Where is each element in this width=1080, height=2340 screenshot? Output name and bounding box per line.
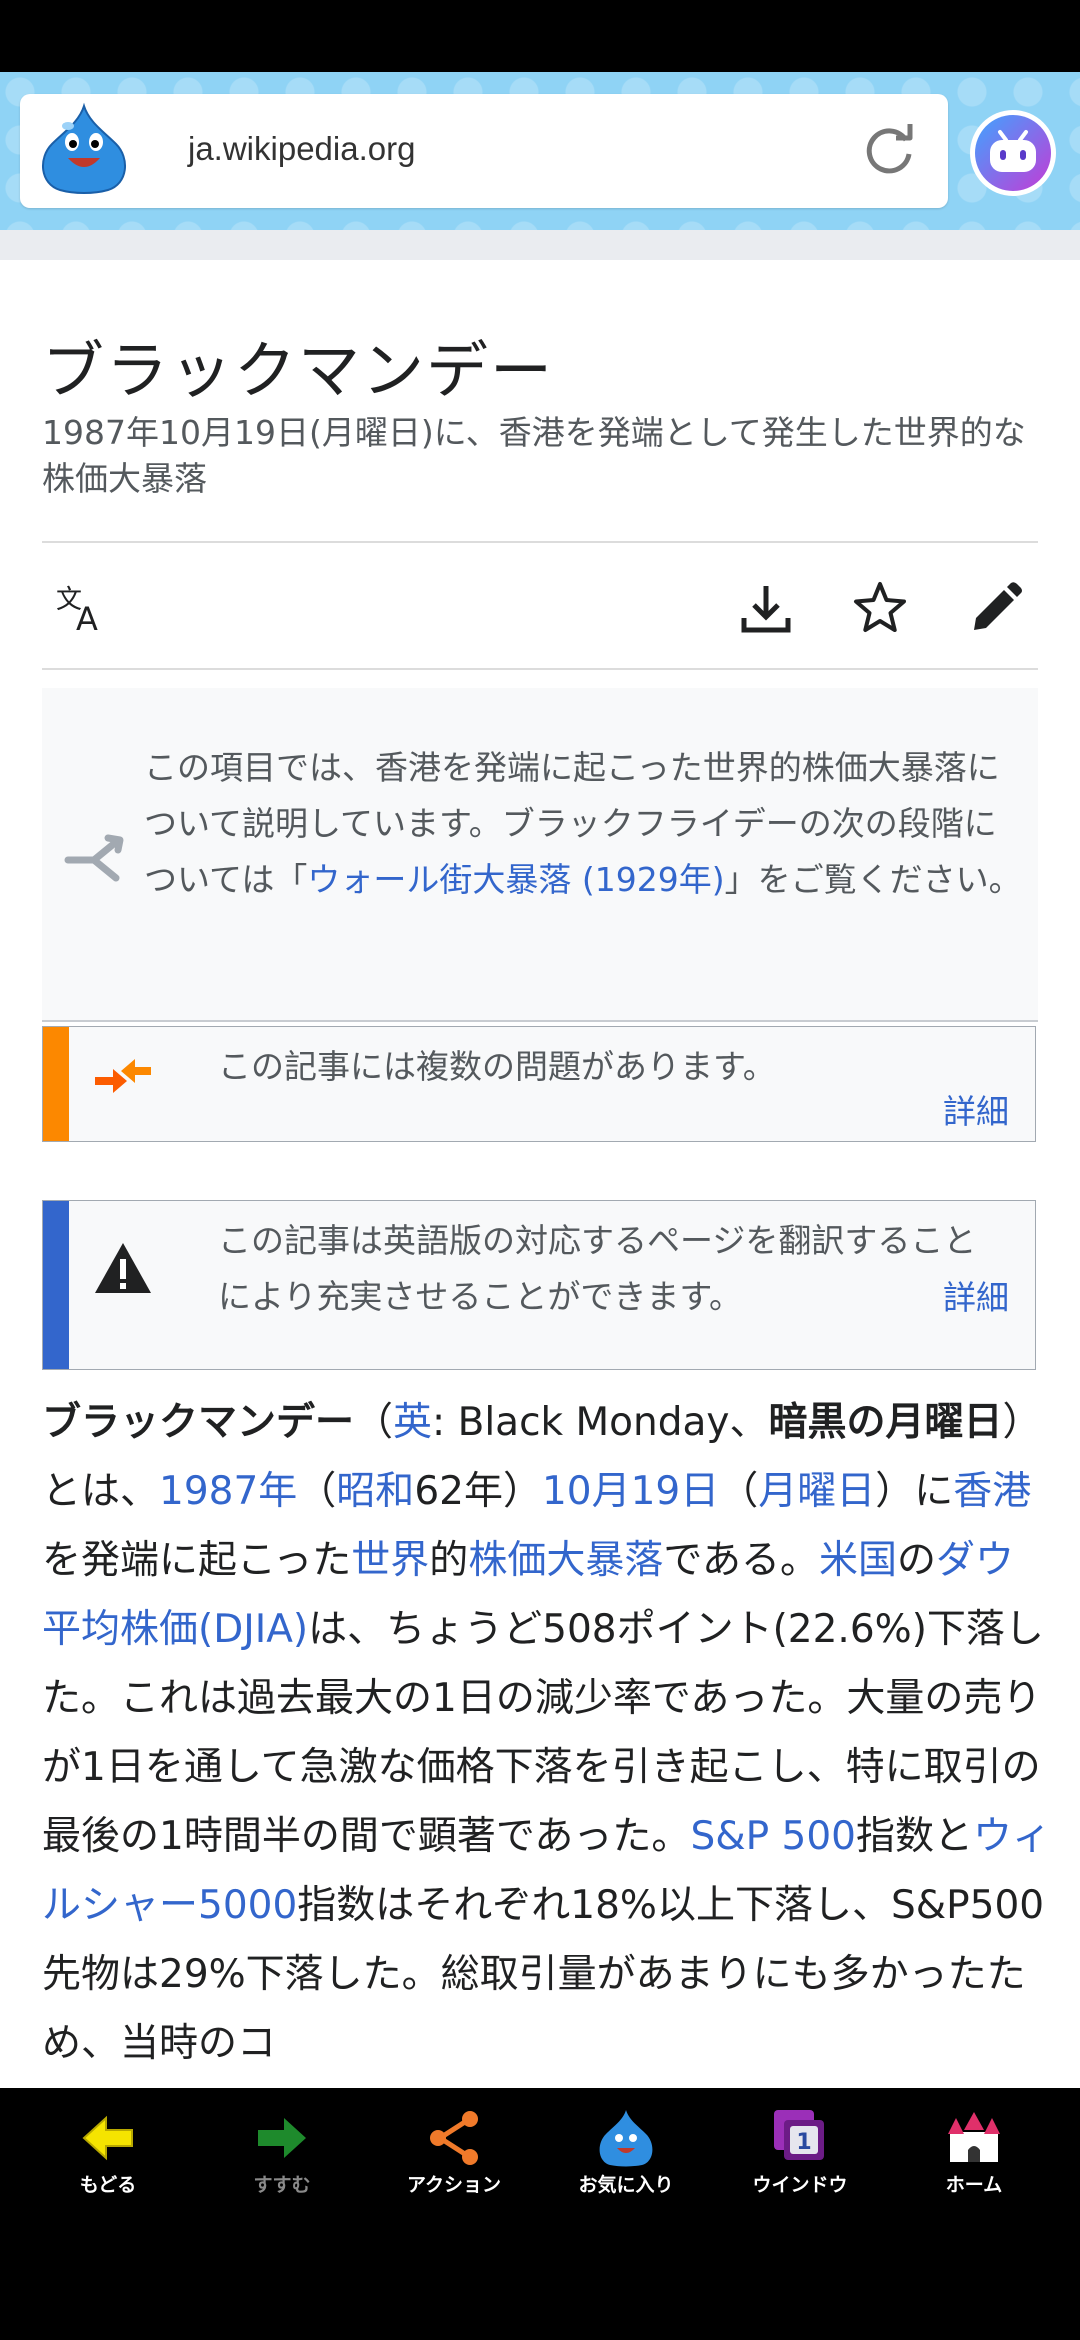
text: ）に (875, 1469, 954, 1514)
favorites-button[interactable]: お気に入り (546, 2088, 706, 2214)
notice-text: この記事には複数の問題があります。 (218, 1047, 776, 1086)
language-icon[interactable]: 文 A (54, 578, 114, 638)
toolbar-divider (0, 230, 1080, 260)
notice-color-bar (43, 1027, 69, 1141)
svg-text:A: A (76, 600, 98, 638)
window-label: ウインドウ (752, 2174, 848, 2196)
notice-details-link[interactable]: 詳細 (943, 1085, 1009, 1133)
link-usa[interactable]: 米国 (819, 1538, 897, 1583)
download-icon[interactable] (736, 578, 796, 638)
text: 的 (429, 1538, 469, 1583)
address-bar[interactable]: ja.wikipedia.org (20, 94, 948, 208)
status-bar (0, 0, 1080, 72)
article-term: ブラックマンデー (42, 1400, 355, 1445)
text: 62年） (414, 1469, 542, 1514)
link-monday[interactable]: 月曜日 (758, 1469, 875, 1514)
warning-triangle-icon (95, 1243, 151, 1293)
assistant-button[interactable] (970, 110, 1056, 196)
article-body: ブラックマンデー（英: Black Monday、暗黒の月曜日）とは、1987年… (42, 1388, 1052, 2078)
window-button[interactable]: 1 ウインドウ (720, 2088, 880, 2214)
notice-details-link[interactable]: 詳細 (943, 1271, 1009, 1319)
hatnote-link[interactable]: ウォール街大暴落 (1929年) (307, 860, 724, 899)
back-button[interactable]: もどる (28, 2088, 188, 2214)
text: （ (297, 1469, 337, 1514)
favorites-label: お気に入り (578, 2174, 674, 2196)
window-icon: 1 (774, 2110, 824, 2160)
forward-button[interactable]: すすむ (202, 2088, 362, 2214)
bottom-nav-bar: もどる すすむ アクション お気に入り 1 ウインドウ ホーム (0, 2088, 1080, 2214)
robot-assistant-icon (975, 115, 1051, 191)
back-label: もどる (79, 2174, 137, 2196)
text: 指数と (855, 1814, 973, 1859)
link-1987[interactable]: 1987年 (159, 1469, 297, 1514)
merge-arrows-icon (95, 1059, 151, 1093)
link-english[interactable]: 英 (393, 1400, 432, 1445)
text: の (896, 1538, 936, 1583)
slime-logo-icon[interactable] (34, 102, 134, 198)
notice-translation[interactable]: この記事は英語版の対応するページを翻訳することにより充実させることができます。 … (42, 1200, 1036, 1370)
page-subtitle: 1987年10月19日(月曜日)に、香港を発端として発生した世界的な株価大暴落 (42, 413, 1026, 498)
notice-text: この記事は英語版の対応するページを翻訳することにより充実させることができます。 (218, 1221, 977, 1316)
hatnote-text-part: 」をご覧ください。 (724, 860, 1022, 899)
link-stock-crash[interactable]: 株価大暴落 (468, 1538, 663, 1583)
divider (42, 668, 1038, 670)
star-icon[interactable] (850, 578, 910, 638)
slime-icon (599, 2110, 653, 2167)
disambiguation-icon (64, 834, 124, 882)
system-nav-area (0, 2214, 1080, 2340)
forward-label: すすむ (253, 2174, 311, 2196)
page-title: ブラックマンデー (42, 334, 555, 407)
divider (42, 541, 1038, 543)
link-showa[interactable]: 昭和 (336, 1469, 414, 1514)
link-hong-kong[interactable]: 香港 (953, 1469, 1031, 1514)
url-text[interactable]: ja.wikipedia.org (188, 130, 415, 168)
action-button[interactable]: アクション (374, 2088, 534, 2214)
text: を発端に起こった (42, 1538, 352, 1583)
article-page: ブラックマンデー 1987年10月19日(月曜日)に、香港を発端として発生した世… (0, 260, 1080, 2088)
reload-icon[interactable] (860, 122, 918, 180)
browser-toolbar: ja.wikipedia.org (0, 72, 1080, 230)
notice-multiple-issues[interactable]: この記事には複数の問題があります。 詳細 (42, 1026, 1036, 1142)
home-button[interactable]: ホーム (894, 2088, 1054, 2214)
action-label: アクション (406, 2174, 502, 2196)
alt-term: 暗黒の月曜日 (768, 1400, 1003, 1445)
forward-arrow-icon (258, 2118, 306, 2158)
hatnote: この項目では、香港を発端に起こった世界的株価大暴落について説明しています。ブラッ… (42, 688, 1038, 1020)
home-label: ホーム (945, 2174, 1003, 2196)
share-icon (430, 2111, 478, 2165)
notice-color-bar (43, 1201, 69, 1369)
hatnote-text: この項目では、香港を発端に起こった世界的株価大暴落について説明しています。ブラッ… (144, 740, 1024, 908)
link-world[interactable]: 世界 (351, 1538, 429, 1583)
link-oct-19[interactable]: 10月19日 (542, 1469, 719, 1514)
castle-icon (948, 2112, 1000, 2162)
text: （ (354, 1400, 394, 1445)
edit-pencil-icon[interactable] (966, 578, 1026, 638)
text: （ (719, 1469, 759, 1514)
divider (42, 1020, 1038, 1022)
text: である。 (663, 1538, 819, 1583)
link-sp500[interactable]: S&P 500 (690, 1814, 856, 1859)
text: : Black Monday、 (432, 1400, 769, 1445)
window-count-badge: 1 (796, 2130, 811, 2155)
back-arrow-icon (82, 2115, 133, 2161)
